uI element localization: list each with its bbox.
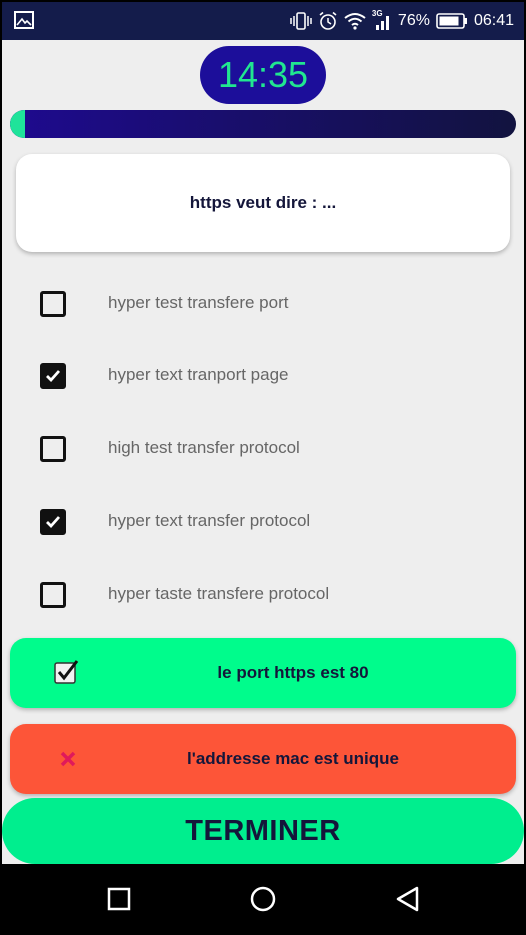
wifi-icon — [344, 13, 366, 30]
feedback-text: l'addresse mac est unique — [187, 749, 399, 768]
image-icon — [14, 11, 34, 29]
checkbox[interactable] — [40, 291, 66, 317]
finish-button-label: TERMINER — [185, 814, 341, 847]
quiz-progress-bar — [10, 110, 516, 138]
back-icon[interactable] — [392, 884, 422, 914]
answer-option-3[interactable]: high test transfer protocol — [2, 422, 524, 478]
battery-percent: 76% — [397, 12, 430, 29]
check-icon — [46, 516, 61, 529]
home-icon[interactable] — [248, 884, 278, 914]
app-screen: 3G 76% 06:41 14:35 https veut dire : ... — [2, 2, 524, 933]
checkbox[interactable] — [40, 436, 66, 462]
progress-fill — [10, 110, 25, 138]
answer-label: hyper test transfere port — [108, 293, 289, 312]
signal-icon: 3G — [372, 9, 392, 31]
answer-option-4[interactable]: hyper text transfer protocol — [2, 495, 524, 551]
question-card: https veut dire : ... — [16, 154, 510, 252]
battery-icon — [436, 13, 467, 29]
question-text: https veut dire : ... — [189, 193, 337, 212]
navigation-bar — [2, 864, 524, 933]
feedback-wrong-card: l'addresse mac est unique — [10, 724, 516, 794]
vibrate-icon — [290, 12, 312, 30]
checkbox[interactable] — [40, 582, 66, 608]
clock: 06:41 — [473, 12, 514, 29]
checkbox[interactable] — [40, 363, 66, 389]
answer-option-5[interactable]: hyper taste transfere protocol — [2, 568, 524, 624]
check-icon — [46, 370, 61, 383]
feedback-text: le port https est 80 — [217, 663, 369, 682]
feedback-correct-card: le port https est 80 — [10, 638, 516, 708]
answer-label: hyper text tranport page — [108, 365, 289, 384]
answer-label: hyper taste transfere protocol — [108, 584, 330, 603]
answer-option-2[interactable]: hyper text tranport page — [2, 349, 524, 405]
recent-apps-icon[interactable] — [104, 884, 134, 914]
answer-option-1[interactable]: hyper test transfere port — [2, 277, 524, 333]
alarm-icon — [319, 11, 337, 30]
checkbox[interactable] — [40, 509, 66, 535]
answer-label: hyper text transfer protocol — [108, 511, 311, 530]
answer-label: high test transfer protocol — [108, 438, 300, 457]
countdown-timer: 14:35 — [200, 46, 326, 104]
finish-button[interactable]: TERMINER — [2, 798, 524, 864]
status-bar: 3G 76% 06:41 — [2, 2, 524, 40]
